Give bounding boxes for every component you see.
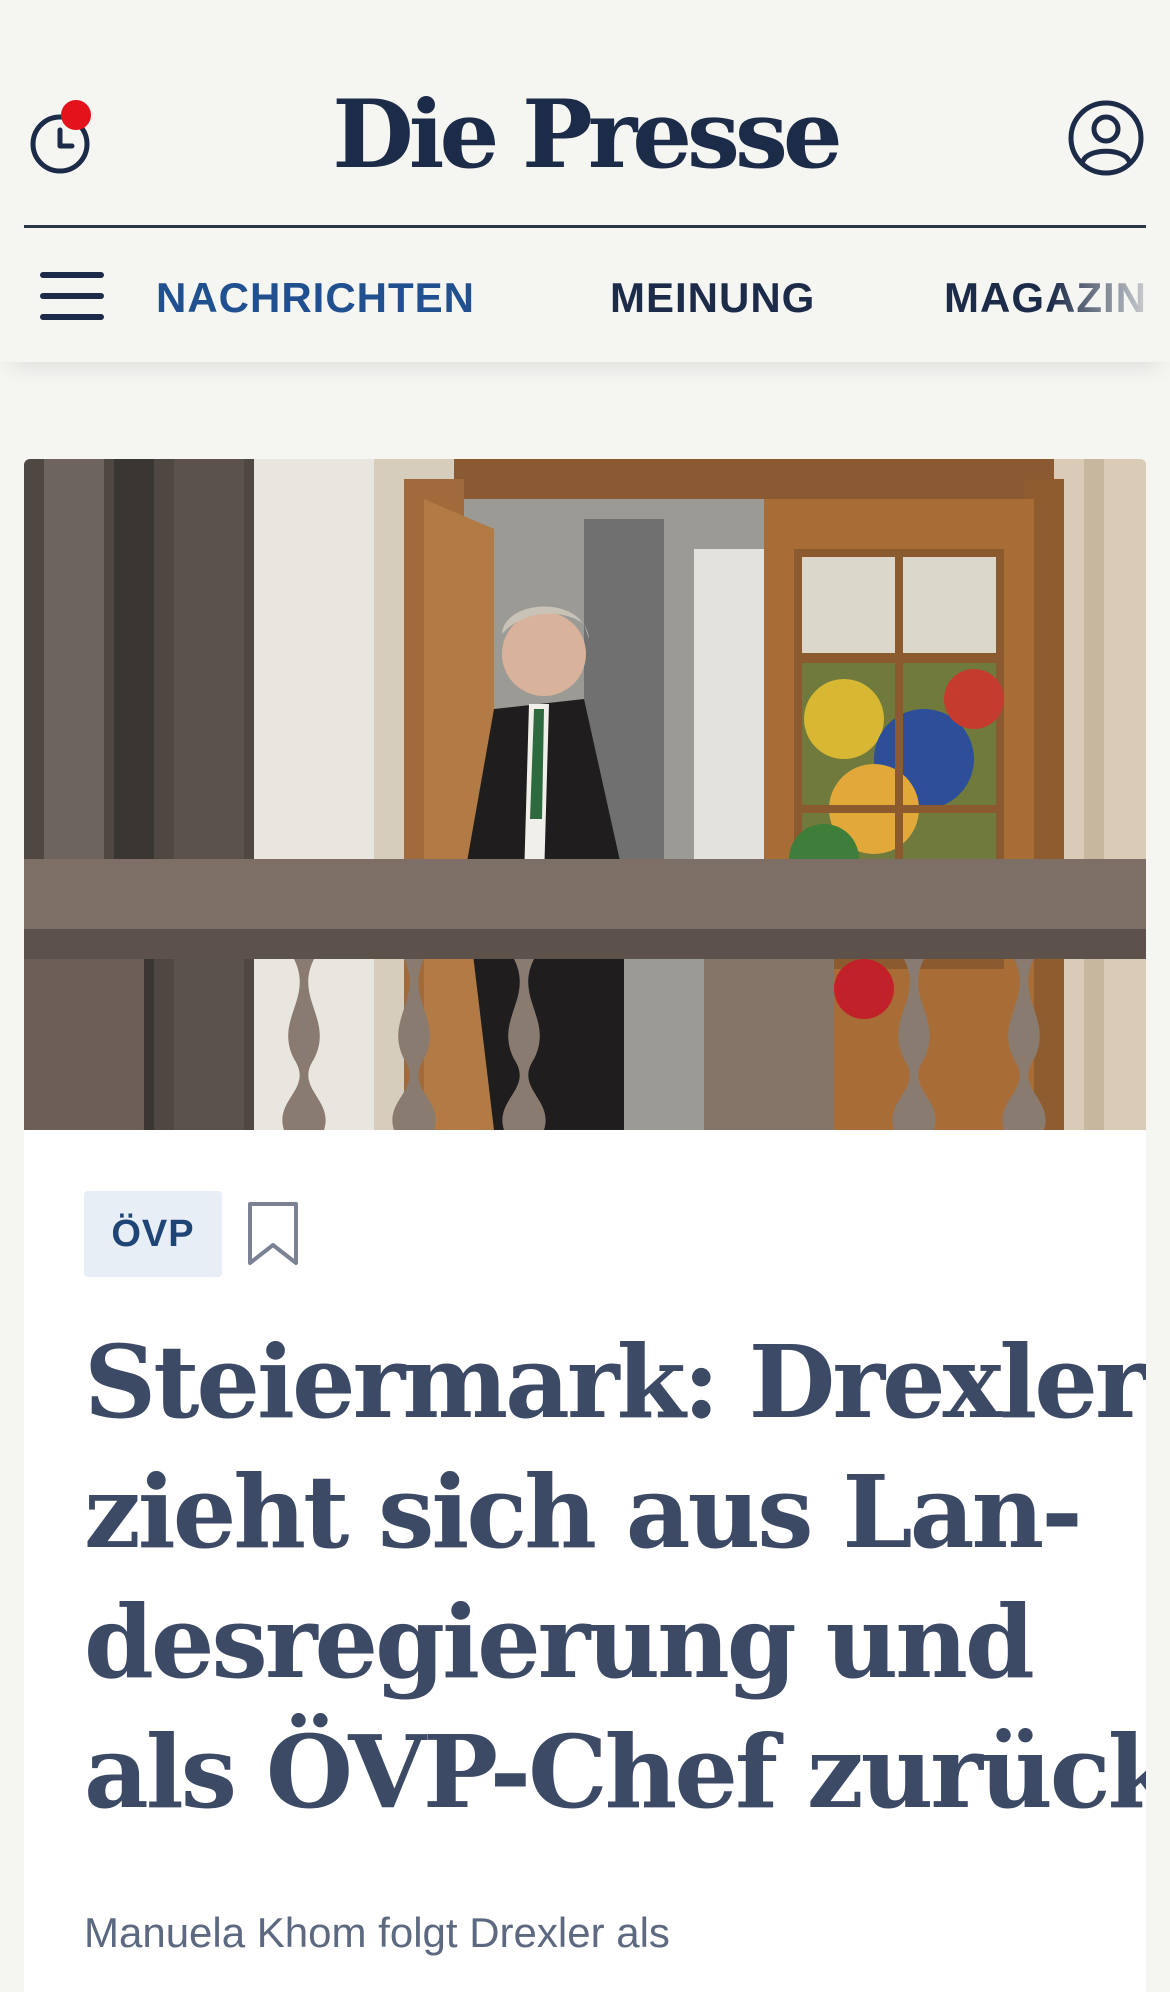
section-nav: NACHRICHTEN MEINUNG MAGAZIN xyxy=(156,262,1170,332)
bookmark-button[interactable] xyxy=(246,1201,300,1267)
category-tag[interactable]: ÖVP xyxy=(84,1191,222,1277)
menu-button[interactable] xyxy=(38,268,106,324)
article-hero-image[interactable] xyxy=(24,459,1146,1130)
site-logo[interactable]: Die Presse xyxy=(0,80,1170,190)
headline-line: Steiermark: Drexler xyxy=(84,1323,1146,1441)
site-header: Die Presse NACHRICHTEN MEINUNG MAGAZIN xyxy=(0,0,1170,362)
nav-fade-overlay xyxy=(1050,262,1170,332)
account-button[interactable] xyxy=(1066,98,1146,178)
nav-item-nachrichten[interactable]: NACHRICHTEN xyxy=(156,274,475,322)
headline-line: desregierung und xyxy=(84,1583,1035,1701)
header-divider xyxy=(24,225,1146,228)
headline-line: als ÖVP-Chef zurück xyxy=(84,1713,1146,1831)
user-account-icon xyxy=(1068,100,1144,176)
hamburger-menu-icon xyxy=(40,272,104,320)
nav-item-meinung[interactable]: MEINUNG xyxy=(610,274,815,322)
article-headline[interactable]: Steiermark: Drexler zieht sich aus Lan- … xyxy=(84,1317,1146,1837)
article-lead: Manuela Khom folgt Drexler als xyxy=(84,1909,670,1956)
bookmark-icon xyxy=(248,1202,298,1265)
headline-line: zieht sich aus Lan- xyxy=(84,1453,1083,1571)
article-card[interactable]: ÖVP Steiermark: Drexler zieht sich aus L… xyxy=(24,459,1146,1992)
